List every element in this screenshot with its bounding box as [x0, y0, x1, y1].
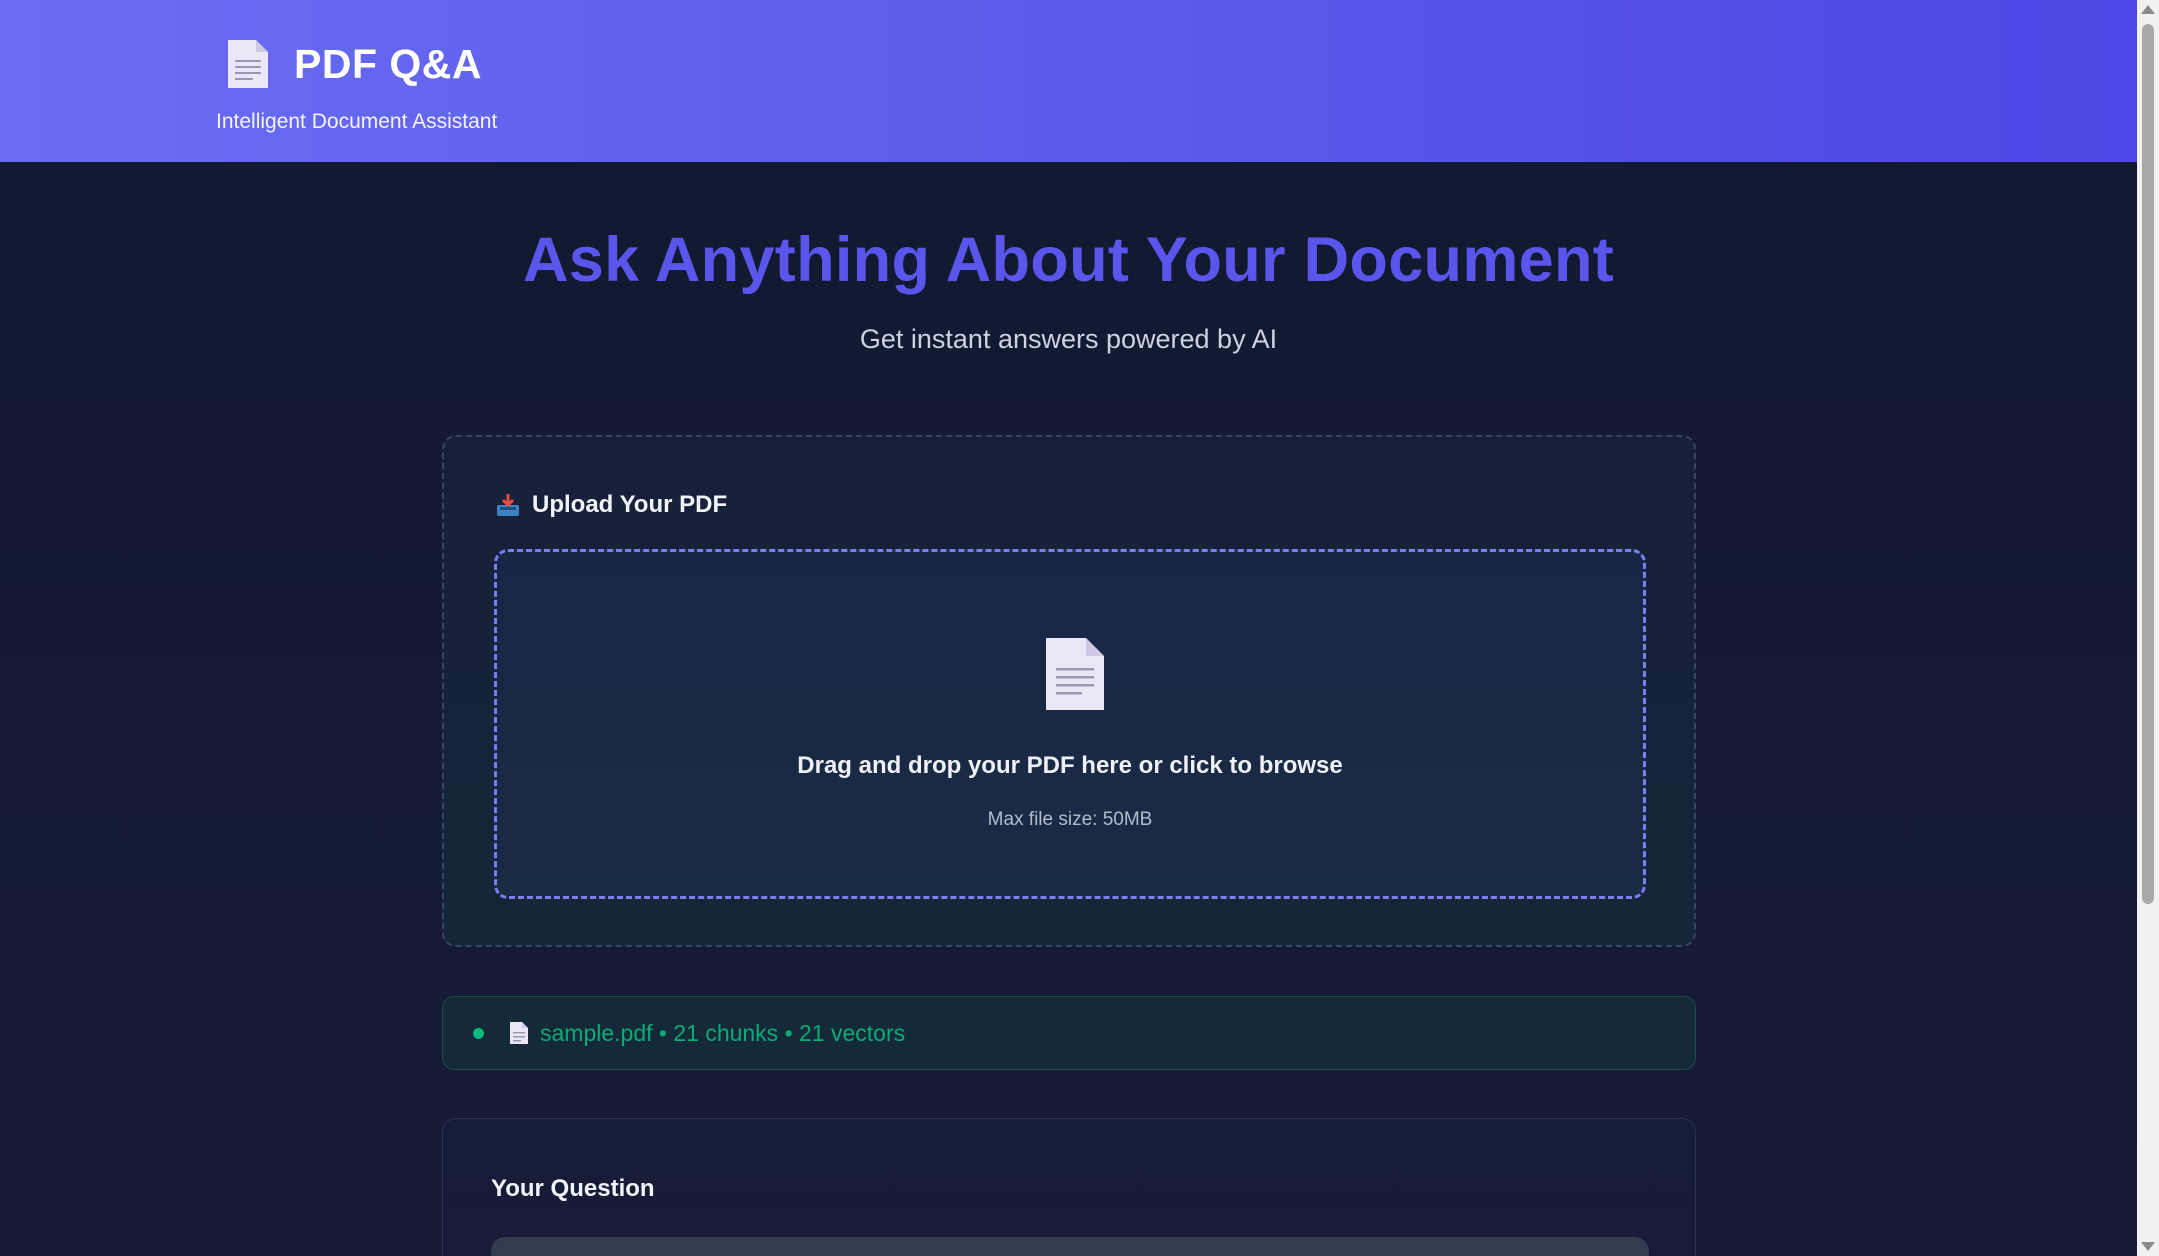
- question-heading: Your Question: [491, 1175, 655, 1202]
- scrollbar-thumb[interactable]: [2142, 24, 2154, 904]
- document-status-text: sample.pdf • 21 chunks • 21 vectors: [540, 1019, 906, 1046]
- inbox-tray-icon: [497, 494, 519, 516]
- document-status: sample.pdf • 21 chunks • 21 vectors: [442, 996, 1696, 1070]
- document-icon: [510, 1022, 528, 1044]
- brand[interactable]: PDF Q&A: [226, 38, 482, 90]
- upload-heading: Upload Your PDF: [496, 491, 727, 519]
- status-indicator-dot: [473, 1027, 484, 1039]
- hero-title: Ask Anything About Your Document: [522, 225, 1615, 295]
- document-icon: [228, 40, 268, 88]
- upload-card: Upload Your PDF Drag and drop your PDF h…: [442, 435, 1696, 947]
- dropzone-instructions: Drag and drop your PDF here or click to …: [797, 752, 1343, 779]
- question-input[interactable]: [491, 1237, 1649, 1256]
- app-header: PDF Q&A Intelligent Document Assistant: [0, 0, 2137, 162]
- scroll-down-arrow-icon[interactable]: [2141, 1242, 2155, 1251]
- pdf-dropzone[interactable]: Drag and drop your PDF here or click to …: [494, 549, 1646, 899]
- document-icon: [1046, 638, 1104, 710]
- vertical-scrollbar[interactable]: [2137, 0, 2159, 1256]
- hero-subtitle: Get instant answers powered by AI: [859, 324, 1278, 354]
- question-card: Your Question: [442, 1118, 1696, 1256]
- app-subtitle: Intelligent Document Assistant: [216, 110, 498, 133]
- page: PDF Q&A Intelligent Document Assistant A…: [0, 0, 2159, 1256]
- scroll-up-arrow-icon[interactable]: [2141, 5, 2155, 14]
- max-file-size-hint: Max file size: 50MB: [987, 809, 1153, 830]
- app-title: PDF Q&A: [294, 40, 482, 87]
- upload-title: Upload Your PDF: [532, 491, 728, 518]
